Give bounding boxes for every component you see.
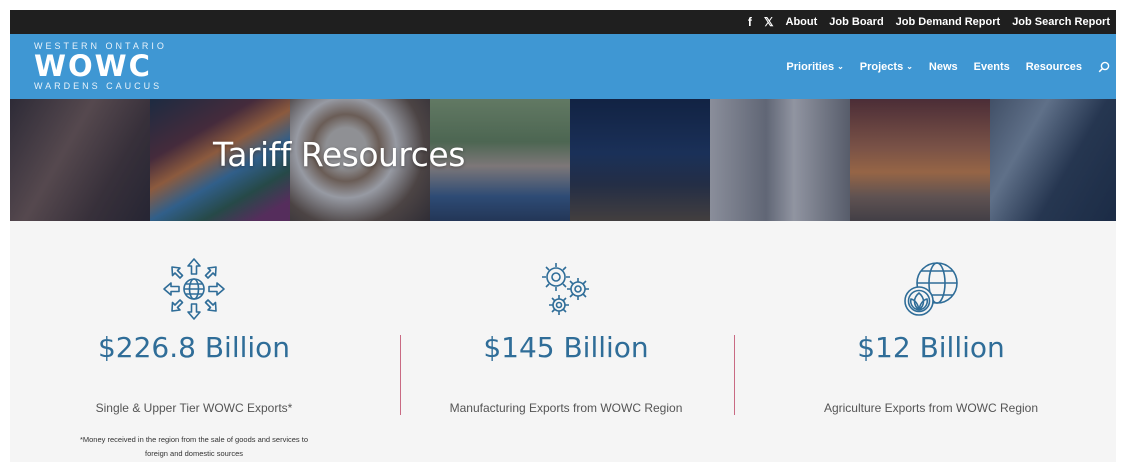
stat-value: $226.8 Billion [97,331,291,364]
top-link-about[interactable]: About [786,16,818,28]
nav-item-label: Events [973,60,1010,73]
nav-item-projects[interactable]: Projects ⌄ [860,61,913,73]
gears-icon [542,263,589,315]
stat-manufacturing-exports: $145 Billion Manufacturing Exports from … [382,221,750,462]
nav-item-label: Projects [859,60,904,73]
facebook-icon[interactable]: f [748,15,752,29]
site-logo[interactable]: WESTERN ONTARIO WOWC WARDENS CAUCUS [34,41,174,95]
top-link-job-search-report[interactable]: Job Search Report [1012,16,1110,28]
main-nav: WESTERN ONTARIO WOWC WARDENS CAUCUS Prio… [10,34,1116,99]
nav-item-news[interactable]: News [929,61,958,73]
nav-item-label: Priorities [786,60,835,73]
top-link-job-board[interactable]: Job Board [829,16,883,28]
stat-value: $12 Billion [857,331,1005,364]
stat-total-exports: $226.8 Billion Single & Upper Tier WOWC … [10,221,378,462]
x-icon[interactable]: 𝕏 [764,15,774,29]
stat-label: Single & Upper Tier WOWC Exports* [95,401,293,415]
page-frame: f 𝕏 About Job Board Job Demand Report Jo… [10,10,1116,462]
chevron-down-icon: ⌄ [906,62,913,71]
globe-leaf-icon [904,262,958,316]
footnote-line: foreign and domestic sources [145,449,243,458]
chevron-down-icon: ⌄ [837,62,844,71]
top-link-job-demand-report[interactable]: Job Demand Report [896,16,1001,28]
stat-value: $145 Billion [483,331,649,364]
page-title: Tariff Resources [213,135,465,174]
stat-footnote: *Money received in the region from the s… [10,433,378,461]
hero-overlay [10,99,1116,221]
nav-item-label: News [928,60,958,73]
footnote-line: *Money received in the region from the s… [79,435,309,444]
nav-item-events[interactable]: Events [974,61,1010,73]
stat-label: Manufacturing Exports from WOWC Region [449,401,683,415]
nav-item-label: Resources [1025,60,1082,73]
globe-arrows-icon [163,258,225,320]
nav-menu: Priorities ⌄ Projects ⌄ News Events Reso… [786,34,1110,99]
nav-item-priorities[interactable]: Priorities ⌄ [786,61,843,73]
stat-agriculture-exports: $12 Billion Agriculture Exports from WOW… [747,221,1115,462]
logo-wordmark: WOWC [34,49,152,83]
top-bar: f 𝕏 About Job Board Job Demand Report Jo… [10,10,1116,34]
stat-divider [734,335,735,415]
search-icon[interactable] [1098,61,1110,73]
logo-line-bottom: WARDENS CAUCUS [34,81,163,91]
nav-item-resources[interactable]: Resources [1026,61,1082,73]
hero-banner: Tariff Resources [10,99,1116,221]
stat-label: Agriculture Exports from WOWC Region [823,401,1039,415]
